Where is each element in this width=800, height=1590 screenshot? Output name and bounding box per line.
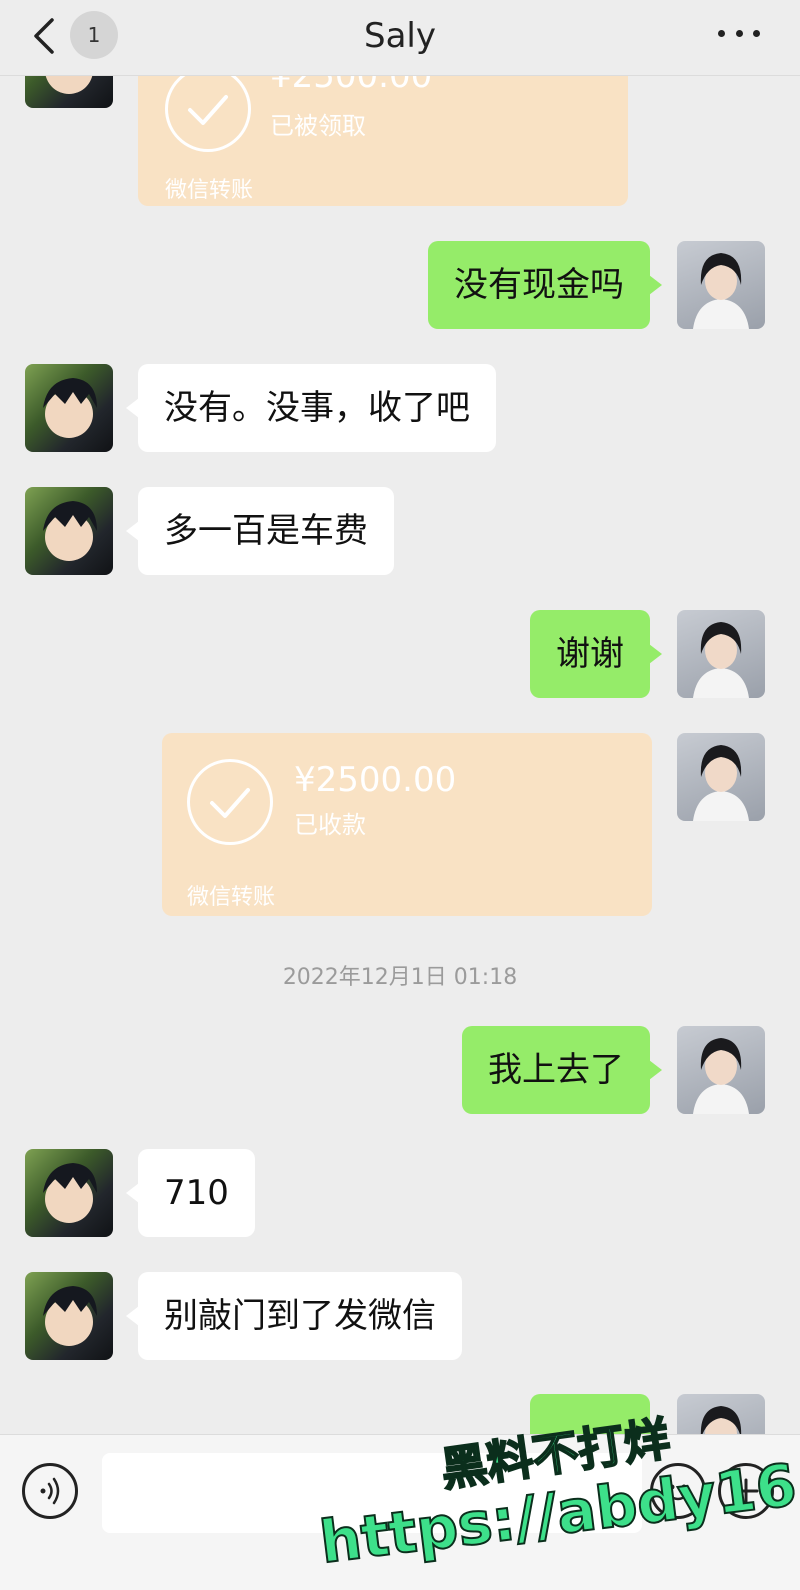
transfer-source: 微信转账 (187, 885, 276, 910)
voice-button[interactable] (22, 1463, 78, 1519)
voice-icon (40, 1477, 60, 1505)
timestamp: 2022年12月1日 01:18 (282, 965, 518, 990)
more-dot (753, 29, 760, 37)
my-avatar[interactable] (677, 733, 765, 821)
message-bubble-sent[interactable]: 我上去了 (462, 1026, 662, 1114)
contact-avatar[interactable] (25, 487, 113, 575)
message-bubble-received[interactable]: 710 (126, 1149, 255, 1237)
transfer-status: 已被领取 (270, 112, 366, 140)
transfer-card-received[interactable]: ¥2500.00 已收款 微信转账 (162, 733, 652, 916)
avatar-illustration (693, 745, 749, 821)
check-circle-icon (165, 76, 251, 152)
transfer-source: 微信转账 (165, 178, 254, 203)
avatar-illustration (43, 378, 97, 438)
contact-avatar[interactable] (25, 1272, 113, 1360)
my-avatar[interactable] (677, 1026, 765, 1114)
transfer-status: 已收款 (294, 811, 366, 839)
message-list[interactable]: ¥2500.00 已被领取 微信转账 没有现金吗 没有。没事，收了吧 多一百是车… (0, 76, 800, 1434)
transfer-amount: ¥2500.00 (270, 76, 433, 96)
more-options-button[interactable] (718, 26, 760, 40)
transfer-card-received-top[interactable]: ¥2500.00 已被领取 微信转账 (138, 76, 628, 206)
avatar-illustration (43, 1163, 97, 1223)
message-bubble-received[interactable]: 别敲门到了发微信 (126, 1272, 462, 1360)
message-bubble-received[interactable]: 多一百是车费 (126, 487, 394, 575)
more-dot (735, 29, 743, 37)
transfer-amount: ¥2500.00 (294, 760, 457, 800)
my-avatar[interactable] (677, 241, 765, 329)
more-dots-icon (718, 29, 725, 37)
contact-avatar[interactable] (25, 364, 113, 452)
avatar-illustration (693, 1038, 749, 1114)
message-bubble-sent[interactable]: 没有现金吗 (428, 241, 662, 329)
message-bubble-sent[interactable]: 谢谢 (530, 610, 662, 698)
check-circle-icon (187, 759, 273, 845)
message-bubble-received[interactable]: 没有。没事，收了吧 (126, 364, 496, 452)
contact-avatar[interactable] (25, 1149, 113, 1237)
avatar-illustration (693, 253, 749, 329)
avatar-illustration (693, 622, 749, 698)
contact-avatar[interactable] (25, 76, 113, 108)
my-avatar[interactable] (677, 1394, 765, 1434)
avatar-illustration (43, 501, 97, 561)
avatar-illustration (43, 1286, 97, 1346)
avatar-illustration (45, 76, 93, 94)
my-avatar[interactable] (677, 610, 765, 698)
chat-title: Saly (364, 16, 436, 56)
chat-header: 1 Saly (0, 0, 800, 76)
avatar-illustration (700, 1406, 742, 1434)
